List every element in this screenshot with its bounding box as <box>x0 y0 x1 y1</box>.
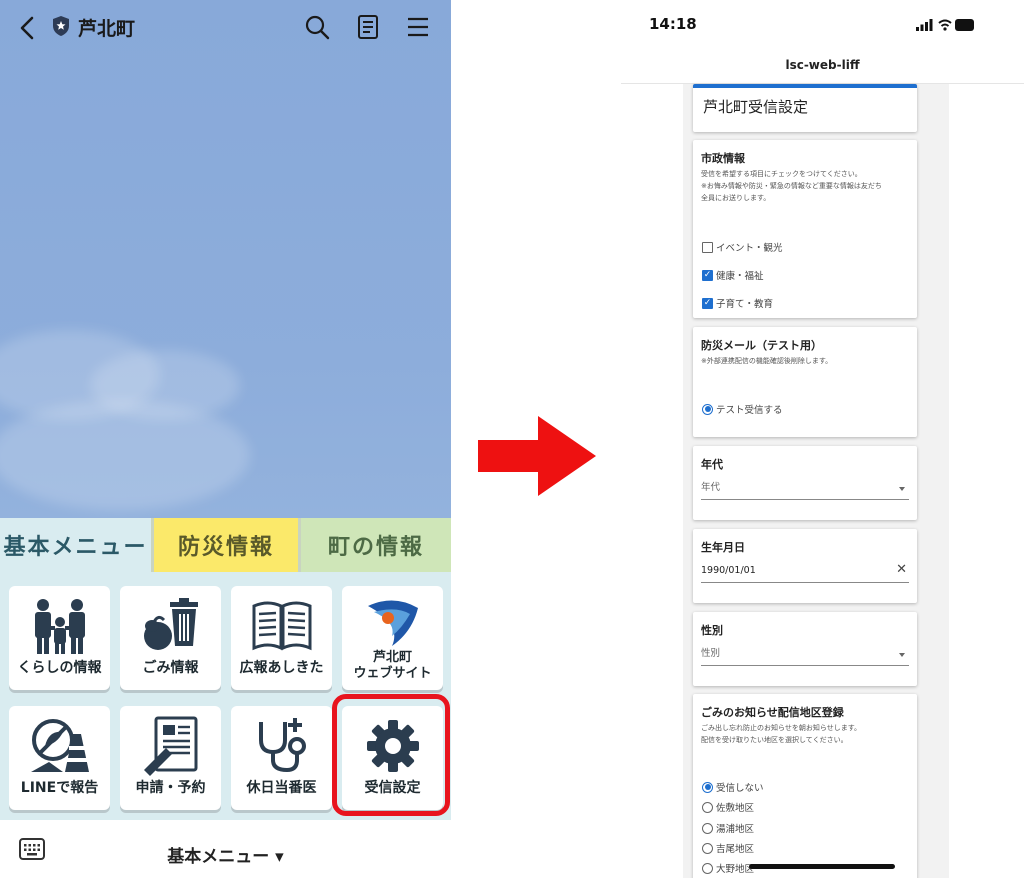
radio-sashiki[interactable]: 佐敷地区 <box>702 800 754 814</box>
tab-basic-menu[interactable]: 基本メニュー <box>0 518 151 572</box>
menu-tile-label-line: ウェブサイト <box>353 666 432 681</box>
url-bar: lsc-web-liff <box>621 46 1024 84</box>
section-desc: ※外部連携配信の機能確認後削除します。 <box>701 357 833 365</box>
chat-header: 芦北町 <box>0 0 451 56</box>
checkbox[interactable] <box>702 241 713 253</box>
back-chevron-icon[interactable] <box>16 14 40 42</box>
gender-card: 性別 性別 <box>693 612 917 686</box>
gender-select[interactable]: 性別 <box>701 646 909 666</box>
radio-no-receive[interactable]: 受信しない <box>702 780 764 794</box>
checkbox-health-welfare[interactable]: ✓ 健康・福祉 <box>702 268 764 282</box>
birthdate-card: 生年月日 1990/01/01 ✕ <box>693 529 917 603</box>
search-icon[interactable] <box>304 14 330 40</box>
chat-title: 芦北町 <box>78 18 136 40</box>
radio-selected[interactable] <box>702 781 713 793</box>
dropdown-caret-icon <box>899 653 905 657</box>
right-arrow-icon <box>478 416 596 496</box>
highlight-frame <box>332 694 450 816</box>
section-title: 防災メール（テスト用） <box>701 339 822 352</box>
radio[interactable] <box>702 842 713 854</box>
notes-icon[interactable] <box>355 14 381 40</box>
menu-tile-application-reservation[interactable]: 申請・予約 <box>120 706 221 810</box>
book-icon <box>252 601 311 651</box>
menu-tile-public-relations[interactable]: 広報あしきた <box>231 586 332 690</box>
garbage-area-card: ごみのお知らせ配信地区登録 ごみ出し忘れ防止のお知らせを朝お知らせします。 配信を… <box>693 694 917 878</box>
section-title: ごみのお知らせ配信地区登録 <box>701 706 844 719</box>
document-icon <box>143 716 197 776</box>
tab-disaster-info[interactable]: 防災情報 <box>151 518 301 572</box>
comparison-figure: 芦北町 基本メニュー 防災情報 町の情報 くらしの情報 ごみ情報 広報あしきた … <box>0 0 1024 878</box>
battery-level: 58 <box>996 16 1009 26</box>
checkbox-checked[interactable]: ✓ <box>702 297 713 309</box>
radio-selected[interactable] <box>702 403 713 415</box>
menu-tile-garbage-info[interactable]: ごみ情報 <box>120 586 221 690</box>
radio-test-receive[interactable]: テスト受信する <box>702 402 783 416</box>
menu-tile-label: 芦北町 ウェブサイト <box>353 650 431 682</box>
menu-tile-label: ごみ情報 <box>142 660 199 676</box>
radio[interactable] <box>702 801 713 813</box>
chat-background <box>0 0 451 518</box>
radio-ono[interactable]: 大野地区 <box>702 861 754 875</box>
clear-icon[interactable]: ✕ <box>896 562 907 578</box>
tab-town-info[interactable]: 町の情報 <box>301 518 451 572</box>
section-title: 市政情報 <box>701 152 745 165</box>
menu-tile-label: 申請・予約 <box>135 780 206 796</box>
radio[interactable] <box>702 822 713 834</box>
trash-icon <box>143 598 198 650</box>
hamburger-menu-icon[interactable] <box>405 14 431 40</box>
disaster-mail-card: 防災メール（テスト用） ※外部連携配信の機能確認後削除します。 テスト受信する <box>693 327 917 437</box>
age-card: 年代 年代 <box>693 446 917 520</box>
line-chat-screen: 芦北町 基本メニュー 防災情報 町の情報 くらしの情報 ごみ情報 広報あしきた … <box>0 0 451 878</box>
checkbox-event-tourism[interactable]: イベント・観光 <box>702 240 783 254</box>
checkbox-checked[interactable]: ✓ <box>702 269 713 281</box>
section-title: 生年月日 <box>701 541 745 554</box>
dropdown-caret-icon <box>899 487 905 491</box>
menu-tile-label: 休日当番医 <box>246 780 317 796</box>
page-title: 芦北町受信設定 <box>703 98 809 116</box>
settings-title-card: 芦北町受信設定 <box>693 84 917 132</box>
city-info-card: 市政情報 受信を希望する項目にチェックをつけてください。 ※お悔み情報や防災・緊急… <box>693 140 917 318</box>
home-indicator <box>749 864 895 869</box>
menu-tile-label: くらしの情報 <box>17 660 102 676</box>
report-icon <box>30 719 89 772</box>
menu-tile-label-line: 芦北町 <box>372 650 412 665</box>
menu-tile-line-report[interactable]: LINEで報告 <box>9 706 110 810</box>
menu-tile-town-website[interactable]: 芦北町 ウェブサイト <box>342 586 443 690</box>
official-shield-icon <box>53 16 69 36</box>
section-title: 性別 <box>701 624 723 637</box>
birthdate-input[interactable]: 1990/01/01 ✕ <box>701 562 909 583</box>
family-icon <box>34 599 85 654</box>
town-logo-icon <box>367 600 418 646</box>
rich-menu-tabs: 基本メニュー 防災情報 町の情報 <box>0 518 451 572</box>
section-desc: 受信を希望する項目にチェックをつけてください。 ※お悔み情報や防災・緊急の情報など… <box>701 170 882 202</box>
menu-tile-label: LINEで報告 <box>20 780 99 796</box>
radio-yunoura[interactable]: 湯浦地区 <box>702 821 754 835</box>
section-desc: ごみ出し忘れ防止のお知らせを朝お知らせします。 配信を受け取りたい地区を選択してく… <box>701 724 862 744</box>
settings-content: 芦北町受信設定 市政情報 受信を希望する項目にチェックをつけてください。 ※お悔み… <box>683 84 949 878</box>
section-title: 年代 <box>701 458 723 471</box>
stethoscope-icon <box>258 718 306 773</box>
menu-tile-holiday-doctor[interactable]: 休日当番医 <box>231 706 332 810</box>
status-time: 14:18 <box>649 15 697 33</box>
menu-tile-label: 広報あしきた <box>239 660 324 676</box>
age-select[interactable]: 年代 <box>701 480 909 500</box>
status-bar: 14:18 58 <box>621 0 1024 46</box>
radio[interactable] <box>702 862 713 874</box>
settings-screen: 14:18 58 lsc-web-liff 芦北町受信設定 市政情報 受信を希望… <box>621 0 1024 878</box>
menu-switcher[interactable]: 基本メニュー ▾ <box>0 842 451 867</box>
radio-yoshio[interactable]: 吉尾地区 <box>702 841 754 855</box>
checkbox-childcare-education[interactable]: ✓ 子育て・教育 <box>702 296 773 310</box>
signal-wifi-icon <box>916 19 974 31</box>
menu-tile-living-info[interactable]: くらしの情報 <box>9 586 110 690</box>
